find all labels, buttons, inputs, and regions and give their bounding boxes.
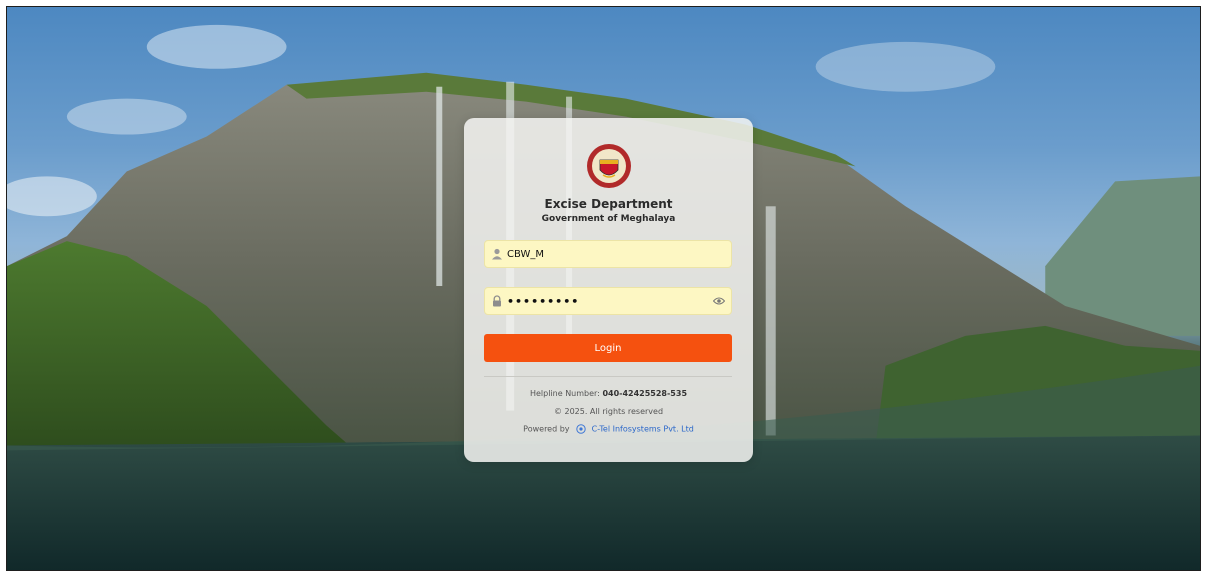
department-title: Excise Department [544, 197, 673, 211]
helpline-number: 040-42425528-535 [602, 389, 688, 398]
company-link[interactable]: C-Tel Infosystems Pvt. Ltd [592, 425, 694, 434]
password-input[interactable] [507, 288, 707, 314]
user-icon [492, 248, 502, 260]
helpline-info: Helpline Number: 040-42425528-535 [464, 389, 753, 398]
helpline-label: Helpline Number: [529, 389, 600, 398]
password-field[interactable] [484, 287, 732, 315]
divider [484, 376, 732, 377]
login-card: Excise Department Government of Meghalay… [464, 118, 753, 462]
login-button[interactable]: Login [484, 334, 732, 362]
eye-icon[interactable] [713, 296, 725, 306]
lock-icon [493, 295, 501, 307]
powered-by: Powered by C-Tel Infosystems Pvt. Ltd [464, 424, 753, 434]
username-field[interactable] [484, 240, 732, 268]
username-input[interactable] [507, 241, 707, 267]
excise-department-logo [587, 144, 631, 188]
government-subtitle: Government of Meghalaya [541, 214, 676, 224]
ctel-icon [576, 424, 586, 434]
login-page: Excise Department Government of Meghalay… [6, 6, 1201, 571]
copyright-text: © 2025. All rights reserved [553, 407, 664, 416]
powered-by-label: Powered by [523, 424, 570, 434]
